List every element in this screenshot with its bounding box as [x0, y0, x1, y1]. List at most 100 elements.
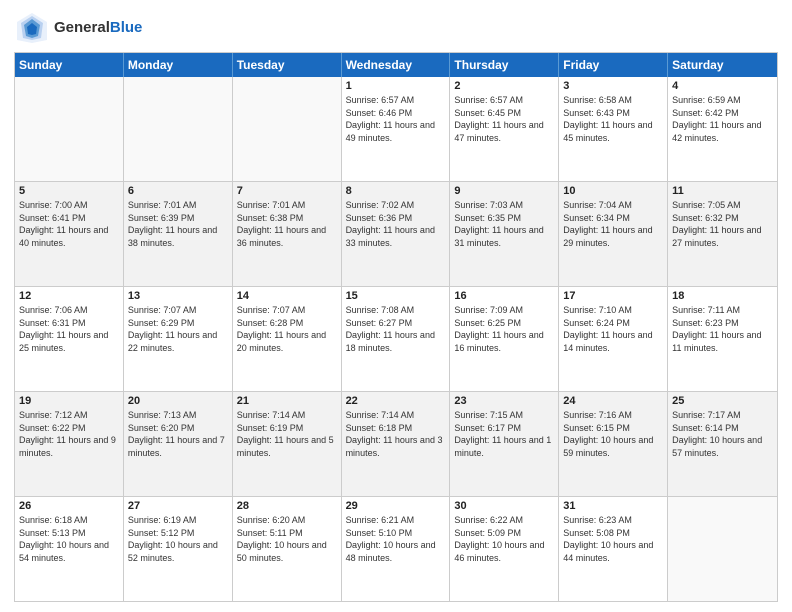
day-detail: Sunrise: 7:11 AMSunset: 6:23 PMDaylight:… [672, 304, 773, 354]
day-number: 19 [19, 395, 119, 407]
cal-week-1: 1Sunrise: 6:57 AMSunset: 6:46 PMDaylight… [15, 77, 777, 181]
day-detail: Sunrise: 7:14 AMSunset: 6:18 PMDaylight:… [346, 409, 446, 459]
day-number: 24 [563, 395, 663, 407]
day-number: 21 [237, 395, 337, 407]
cal-cell [124, 77, 233, 181]
cal-cell: 23 Sunrise: 7:15 AMSunset: 6:17 PMDayligh… [450, 392, 559, 496]
day-detail: Sunrise: 7:12 AMSunset: 6:22 PMDaylight:… [19, 409, 119, 459]
day-number: 30 [454, 500, 554, 512]
cal-cell: 1Sunrise: 6:57 AMSunset: 6:46 PMDaylight… [342, 77, 451, 181]
day-detail: Sunrise: 7:16 AMSunset: 6:15 PMDaylight:… [563, 409, 663, 459]
cal-cell: 25 Sunrise: 7:17 AMSunset: 6:14 PMDayligh… [668, 392, 777, 496]
day-number: 12 [19, 290, 119, 302]
day-number: 10 [563, 185, 663, 197]
cal-cell: 2 Sunrise: 6:57 AMSunset: 6:45 PMDaylight… [450, 77, 559, 181]
day-number: 13 [128, 290, 228, 302]
day-detail: Sunrise: 6:21 AMSunset: 5:10 PMDaylight:… [346, 514, 446, 564]
logo-area: GeneralBlue [14, 10, 142, 46]
cal-cell: 4 Sunrise: 6:59 AMSunset: 6:42 PMDaylight… [668, 77, 777, 181]
day-number: 5 [19, 185, 119, 197]
cal-cell: 24 Sunrise: 7:16 AMSunset: 6:15 PMDayligh… [559, 392, 668, 496]
day-number: 25 [672, 395, 773, 407]
day-number: 26 [19, 500, 119, 512]
header: GeneralBlue [14, 10, 778, 46]
day-number: 27 [128, 500, 228, 512]
calendar-header-row: SundayMondayTuesdayWednesdayThursdayFrid… [15, 53, 777, 77]
cal-cell: 26 Sunrise: 6:18 AMSunset: 5:13 PMDayligh… [15, 497, 124, 601]
day-number: 22 [346, 395, 446, 407]
calendar-body: 1Sunrise: 6:57 AMSunset: 6:46 PMDaylight… [15, 77, 777, 601]
day-number: 17 [563, 290, 663, 302]
day-number: 9 [454, 185, 554, 197]
cal-cell: 10 Sunrise: 7:04 AMSunset: 6:34 PMDayligh… [559, 182, 668, 286]
logo-blue-text: Blue [110, 19, 143, 36]
calendar: SundayMondayTuesdayWednesdayThursdayFrid… [14, 52, 778, 602]
cal-cell [668, 497, 777, 601]
day-detail: Sunrise: 7:03 AMSunset: 6:35 PMDaylight:… [454, 199, 554, 249]
cal-cell: 7 Sunrise: 7:01 AMSunset: 6:38 PMDaylight… [233, 182, 342, 286]
day-number: 23 [454, 395, 554, 407]
day-detail: Sunrise: 6:57 AMSunset: 6:45 PMDaylight:… [454, 94, 554, 144]
day-detail: Sunrise: 6:59 AMSunset: 6:42 PMDaylight:… [672, 94, 773, 144]
day-number: 3 [563, 80, 663, 92]
day-detail: Sunrise: 7:07 AMSunset: 6:28 PMDaylight:… [237, 304, 337, 354]
day-detail: Sunrise: 7:06 AMSunset: 6:31 PMDaylight:… [19, 304, 119, 354]
day-detail: Sunrise: 6:22 AMSunset: 5:09 PMDaylight:… [454, 514, 554, 564]
day-detail: Sunrise: 7:01 AMSunset: 6:38 PMDaylight:… [237, 199, 337, 249]
day-number: 7 [237, 185, 337, 197]
cal-week-4: 19 Sunrise: 7:12 AMSunset: 6:22 PMDayligh… [15, 391, 777, 496]
day-number: 31 [563, 500, 663, 512]
day-number: 2 [454, 80, 554, 92]
cal-cell: 8Sunrise: 7:02 AMSunset: 6:36 PMDaylight… [342, 182, 451, 286]
day-detail: Sunrise: 6:19 AMSunset: 5:12 PMDaylight:… [128, 514, 228, 564]
day-detail: Sunrise: 7:04 AMSunset: 6:34 PMDaylight:… [563, 199, 663, 249]
day-detail: Sunrise: 7:05 AMSunset: 6:32 PMDaylight:… [672, 199, 773, 249]
day-number: 6 [128, 185, 228, 197]
cal-cell: 14 Sunrise: 7:07 AMSunset: 6:28 PMDayligh… [233, 287, 342, 391]
cal-cell: 27 Sunrise: 6:19 AMSunset: 5:12 PMDayligh… [124, 497, 233, 601]
cal-header-saturday: Saturday [668, 53, 777, 77]
cal-header-tuesday: Tuesday [233, 53, 342, 77]
day-number: 28 [237, 500, 337, 512]
day-number: 4 [672, 80, 773, 92]
cal-cell: 16 Sunrise: 7:09 AMSunset: 6:25 PMDayligh… [450, 287, 559, 391]
day-detail: Sunrise: 7:15 AMSunset: 6:17 PMDaylight:… [454, 409, 554, 459]
day-number: 11 [672, 185, 773, 197]
day-number: 20 [128, 395, 228, 407]
logo-general-text: General [54, 19, 110, 36]
logo-icon [14, 10, 50, 46]
day-number: 18 [672, 290, 773, 302]
day-number: 8 [346, 185, 446, 197]
cal-cell: 11 Sunrise: 7:05 AMSunset: 6:32 PMDayligh… [668, 182, 777, 286]
day-detail: Sunrise: 7:01 AMSunset: 6:39 PMDaylight:… [128, 199, 228, 249]
day-detail: Sunrise: 7:08 AMSunset: 6:27 PMDaylight:… [346, 304, 446, 354]
cal-cell: 21Sunrise: 7:14 AMSunset: 6:19 PMDayligh… [233, 392, 342, 496]
page: GeneralBlue SundayMondayTuesdayWednesday… [0, 0, 792, 612]
day-detail: Sunrise: 6:20 AMSunset: 5:11 PMDaylight:… [237, 514, 337, 564]
day-detail: Sunrise: 7:07 AMSunset: 6:29 PMDaylight:… [128, 304, 228, 354]
cal-header-monday: Monday [124, 53, 233, 77]
cal-cell [233, 77, 342, 181]
cal-cell: 3 Sunrise: 6:58 AMSunset: 6:43 PMDaylight… [559, 77, 668, 181]
day-detail: Sunrise: 6:58 AMSunset: 6:43 PMDaylight:… [563, 94, 663, 144]
cal-cell: 22 Sunrise: 7:14 AMSunset: 6:18 PMDayligh… [342, 392, 451, 496]
cal-cell: 12 Sunrise: 7:06 AMSunset: 6:31 PMDayligh… [15, 287, 124, 391]
cal-cell: 17Sunrise: 7:10 AMSunset: 6:24 PMDayligh… [559, 287, 668, 391]
day-number: 16 [454, 290, 554, 302]
cal-cell: 31Sunrise: 6:23 AMSunset: 5:08 PMDayligh… [559, 497, 668, 601]
cal-cell: 13 Sunrise: 7:07 AMSunset: 6:29 PMDayligh… [124, 287, 233, 391]
day-detail: Sunrise: 7:13 AMSunset: 6:20 PMDaylight:… [128, 409, 228, 459]
day-detail: Sunrise: 7:17 AMSunset: 6:14 PMDaylight:… [672, 409, 773, 459]
cal-week-5: 26 Sunrise: 6:18 AMSunset: 5:13 PMDayligh… [15, 496, 777, 601]
cal-header-thursday: Thursday [450, 53, 559, 77]
day-number: 15 [346, 290, 446, 302]
cal-week-2: 5Sunrise: 7:00 AMSunset: 6:41 PMDaylight… [15, 181, 777, 286]
cal-cell: 19 Sunrise: 7:12 AMSunset: 6:22 PMDayligh… [15, 392, 124, 496]
cal-cell: 30 Sunrise: 6:22 AMSunset: 5:09 PMDayligh… [450, 497, 559, 601]
day-detail: Sunrise: 6:18 AMSunset: 5:13 PMDaylight:… [19, 514, 119, 564]
day-number: 14 [237, 290, 337, 302]
cal-header-sunday: Sunday [15, 53, 124, 77]
day-detail: Sunrise: 7:09 AMSunset: 6:25 PMDaylight:… [454, 304, 554, 354]
cal-header-wednesday: Wednesday [342, 53, 451, 77]
cal-cell: 28 Sunrise: 6:20 AMSunset: 5:11 PMDayligh… [233, 497, 342, 601]
